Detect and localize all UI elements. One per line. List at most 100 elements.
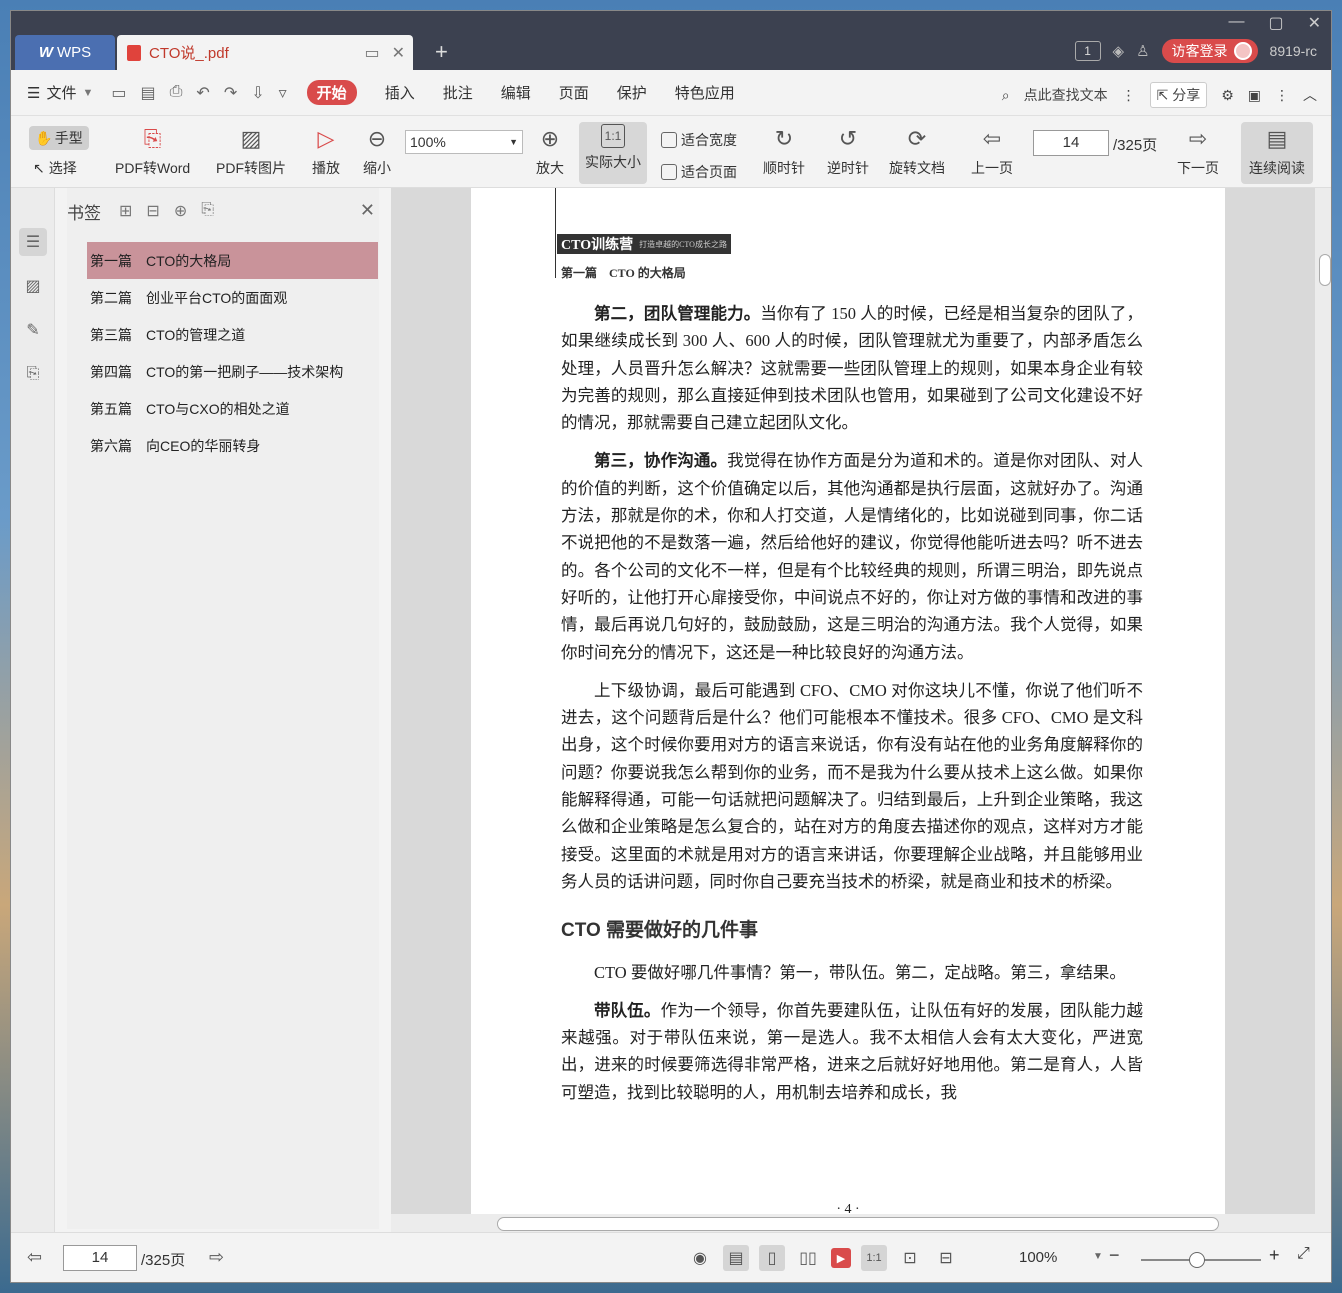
fit-width-label: 适合宽度 (681, 132, 737, 148)
tab-wps-home[interactable]: W WPS (15, 35, 115, 70)
export-icon[interactable]: ⇩ (251, 83, 264, 103)
close-tab-icon[interactable]: ✕ (392, 43, 405, 63)
tab-page[interactable]: 页面 (559, 82, 589, 103)
file-menu[interactable]: ☰ 文件 ▼ (27, 82, 93, 103)
bookmark-num: 第四篇 (90, 363, 132, 380)
share-button[interactable]: ⇱ 分享 (1149, 82, 1208, 108)
open-icon[interactable]: ▭ (111, 83, 126, 103)
vertical-scroll-thumb[interactable] (1319, 254, 1331, 286)
bookmark-item[interactable]: 第六篇 向CEO的华丽转身 (87, 427, 378, 464)
horizontal-scroll-thumb[interactable] (497, 1217, 1219, 1231)
zoom-slider-knob[interactable] (1189, 1252, 1205, 1268)
more-quick-icon[interactable]: ▿ (279, 83, 287, 103)
actual-size-icon[interactable]: 1:1 (861, 1245, 887, 1271)
continuous-reading-button[interactable]: ▤ 连续阅读 (1241, 122, 1313, 184)
eye-protection-icon[interactable]: ◉ (687, 1245, 713, 1271)
add-bookmark-icon[interactable]: ⊕ (174, 201, 187, 221)
hand-tool-button[interactable]: ✋ 手型 (29, 126, 89, 150)
screen-icon[interactable]: ▭ (364, 43, 379, 63)
next-page-button[interactable]: ⇨ 下一页 (1177, 124, 1219, 178)
zoom-out-icon[interactable]: − (1109, 1245, 1120, 1266)
tab-home[interactable]: 开始 (306, 80, 357, 105)
collapse-all-icon[interactable]: ⊟ (146, 201, 159, 221)
book-banner: CTO训练营 打造卓越的CTO成长之路 (557, 234, 731, 254)
status-prev-page-icon[interactable]: ⇦ (27, 1247, 42, 1268)
shirt-icon[interactable]: ♙ (1136, 42, 1149, 60)
continuous-view-icon[interactable]: ▤ (723, 1245, 749, 1271)
tab-special[interactable]: 特色应用 (675, 82, 735, 103)
tab-annotate[interactable]: 批注 (443, 82, 473, 103)
fullscreen-icon[interactable]: ⤢ (1297, 1245, 1310, 1263)
annotation-icon[interactable]: ✎ (19, 316, 47, 344)
bookmark-panel-icon[interactable]: ☰ (19, 228, 47, 256)
bookmark-item[interactable]: 第二篇 创业平台CTO的面面观 (87, 279, 378, 316)
expand-all-icon[interactable]: ⊞ (119, 201, 132, 221)
new-tab-button[interactable]: + (435, 39, 448, 65)
vertical-scrollbar[interactable] (1315, 188, 1331, 1232)
rotate-document-button[interactable]: ⟳ 旋转文档 (889, 124, 945, 178)
save-icon[interactable]: ▤ (140, 83, 155, 103)
fit-width-icon[interactable]: ⊟ (933, 1245, 959, 1271)
minimize-icon[interactable]: — (1228, 13, 1244, 33)
status-page-input[interactable]: 14 (63, 1245, 137, 1271)
gear-icon[interactable]: ⚙ (1221, 87, 1234, 104)
status-next-page-icon[interactable]: ⇨ (209, 1247, 224, 1268)
close-window-icon[interactable]: ✕ (1308, 13, 1321, 33)
thumbnail-icon[interactable]: ▨ (19, 272, 47, 300)
redo-icon[interactable]: ↷ (224, 83, 237, 103)
zoom-in-button[interactable]: ⊕ 放大 (535, 124, 565, 178)
undo-icon[interactable]: ↶ (196, 83, 209, 103)
maximize-icon[interactable]: ▢ (1268, 13, 1283, 33)
play-icon[interactable]: ▶ (831, 1248, 851, 1268)
status-zoom-value[interactable]: 100% (1019, 1249, 1057, 1266)
search-text-button[interactable]: 点此查找文本 (1024, 85, 1108, 105)
search-icon[interactable]: ⌕ (1002, 87, 1010, 104)
window-count-badge[interactable]: 1 (1074, 41, 1101, 61)
zoom-slider[interactable] (1141, 1252, 1261, 1268)
collapse-ribbon-icon[interactable]: ︿ (1303, 85, 1317, 105)
two-page-icon[interactable]: ▯▯ (795, 1245, 821, 1271)
fit-page-button[interactable]: 适合页面 (661, 162, 737, 182)
tab-document[interactable]: CTO说_.pdf ▭ ✕ (117, 35, 413, 70)
prev-page-button[interactable]: ⇦ 上一页 (971, 124, 1013, 178)
page-body: 第二，团队管理能力。当你有了 150 人的时候，已经是相当复杂的团队了，如果继续… (561, 300, 1143, 1117)
rotate-counterclockwise-button[interactable]: ↺ 逆时针 (827, 124, 869, 178)
more-vertical-icon[interactable]: ⋮ (1122, 87, 1136, 104)
close-panel-icon[interactable]: ✕ (360, 200, 375, 221)
rotate-clockwise-button[interactable]: ↻ 顺时针 (763, 124, 805, 178)
skin-icon[interactable]: ◈ (1113, 42, 1125, 60)
tab-insert[interactable]: 插入 (385, 82, 415, 103)
document-viewer[interactable]: CTO训练营 打造卓越的CTO成长之路 第一篇 CTO 的大格局 第二，团队管理… (391, 188, 1331, 1232)
bookmark-settings-icon[interactable]: ⎘ (201, 201, 214, 221)
fit-page-label: 适合页面 (681, 164, 737, 180)
fit-page-icon[interactable]: ⊡ (897, 1245, 923, 1271)
arrow-left-icon: ⇦ (982, 126, 1002, 151)
horizontal-scrollbar[interactable] (391, 1214, 1315, 1232)
paragraph-text: CTO 要做好哪几件事情？第一，带队伍。第二，定战略。第三，拿结果。 (594, 962, 1126, 982)
fit-width-button[interactable]: 适合宽度 (661, 130, 737, 150)
zoom-out-button[interactable]: ⊖ 缩小 (362, 124, 392, 178)
bookmark-item[interactable]: 第三篇 CTO的管理之道 (87, 316, 378, 353)
tab-protect[interactable]: 保护 (617, 82, 647, 103)
select-tool-button[interactable]: ↖ 选择 (33, 158, 77, 178)
bookmark-item[interactable]: 第五篇 CTO与CXO的相处之道 (87, 390, 378, 427)
single-page-icon[interactable]: ▯ (759, 1245, 785, 1271)
more-options-icon[interactable]: ⋮ (1275, 87, 1289, 104)
bookmark-item[interactable]: 第一篇 CTO的大格局 (87, 242, 378, 279)
actual-size-button[interactable]: 1:1 实际大小 (579, 122, 647, 184)
bookmark-item[interactable]: 第四篇 CTO的第一把刷子——技术架构 (87, 353, 378, 390)
tab-edit[interactable]: 编辑 (501, 82, 531, 103)
pdf-to-image-button[interactable]: ▨ PDF转图片 (216, 124, 286, 178)
comment-icon[interactable]: ▣ (1248, 87, 1261, 104)
zoom-select[interactable]: 100% ▼ (405, 130, 523, 154)
visitor-login-button[interactable]: 访客登录 (1161, 39, 1258, 63)
pdf-to-word-button[interactable]: ⎘ PDF转Word (115, 124, 190, 178)
print-icon[interactable]: ⎙ (170, 83, 183, 103)
banner-subtitle: 打造卓越的CTO成长之路 (639, 239, 727, 249)
zoom-dropdown-icon[interactable]: ▼ (1093, 1251, 1103, 1262)
paragraph-lead: 带队伍。 (594, 1000, 661, 1020)
zoom-in-icon[interactable]: + (1269, 1245, 1280, 1266)
page-number-input[interactable]: 14 (1033, 130, 1109, 156)
attachment-icon[interactable]: ⎘ (19, 360, 47, 388)
play-button[interactable]: ▷ 播放 (311, 124, 341, 178)
